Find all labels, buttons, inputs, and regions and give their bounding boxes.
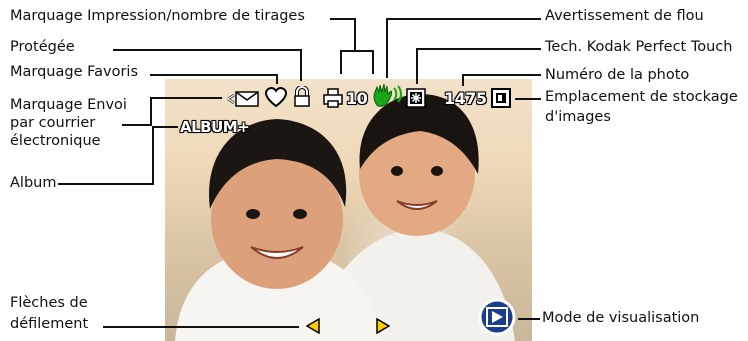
perfect-touch-icon	[406, 88, 426, 108]
leader-print-tag-v	[354, 18, 356, 52]
leader-print-tag-hbar	[340, 50, 374, 52]
leader-print-tag-v1	[340, 50, 342, 74]
label-email-2: par courrier	[10, 115, 96, 131]
blur-warning-hand-icon	[373, 83, 403, 107]
label-review-mode: Mode de visualisation	[542, 310, 700, 326]
leader-email-h1	[122, 124, 152, 126]
leader-blur-v	[386, 18, 388, 78]
leader-scroll-h	[103, 326, 299, 328]
leader-favorites-h	[150, 74, 278, 76]
label-album: Album	[10, 175, 57, 191]
label-perfect-touch: Tech. Kodak Perfect Touch	[545, 39, 733, 55]
leader-blur-h	[386, 18, 541, 20]
leader-protected-h	[113, 49, 302, 51]
label-favorites: Marquage Favoris	[10, 64, 139, 80]
leader-print-tag-h	[330, 18, 356, 20]
hud-print-count: 10	[346, 89, 368, 108]
review-mode-play-icon[interactable]	[478, 298, 516, 336]
leader-album-h2	[152, 126, 178, 128]
scroll-left-arrow-icon[interactable]	[306, 318, 320, 334]
label-protected: Protégée	[10, 39, 75, 55]
leader-album-v	[152, 126, 154, 185]
label-storage-1: Emplacement de stockage	[545, 89, 738, 105]
label-storage-2: d'images	[545, 109, 611, 125]
hud-picture-number: 1475	[444, 89, 487, 108]
lock-icon	[294, 86, 310, 107]
leader-print-tag-v2	[372, 50, 374, 74]
leader-email-h2	[150, 97, 222, 99]
leader-review-mode-h	[518, 318, 540, 320]
storage-card-icon	[491, 88, 511, 108]
leader-email-v	[150, 97, 152, 126]
leader-album-h1	[58, 183, 154, 185]
leader-favorites-v	[276, 74, 278, 84]
label-picture-number: Numéro de la photo	[545, 67, 690, 83]
scroll-right-arrow-icon[interactable]	[376, 318, 390, 334]
label-blur-warning: Avertissement de flou	[545, 8, 704, 24]
label-email-3: électronique	[10, 133, 101, 149]
label-scroll-2: défilement	[10, 316, 89, 332]
leader-protected-v	[300, 49, 302, 81]
label-email-1: Marquage Envoi	[10, 97, 127, 113]
leader-picture-number-v	[462, 74, 464, 86]
email-icon	[227, 91, 259, 107]
hud-album-text: ALBUM+	[180, 118, 250, 136]
leader-picture-number-h	[462, 74, 541, 76]
heart-icon	[265, 87, 287, 108]
leader-perfect-touch-v	[416, 48, 418, 84]
label-scroll-1: Flèches de	[10, 295, 88, 311]
print-icon	[323, 88, 343, 108]
label-print-tag: Marquage Impression/nombre de tirages	[10, 8, 305, 24]
leader-perfect-touch-h	[416, 48, 541, 50]
leader-storage-h	[515, 98, 541, 100]
